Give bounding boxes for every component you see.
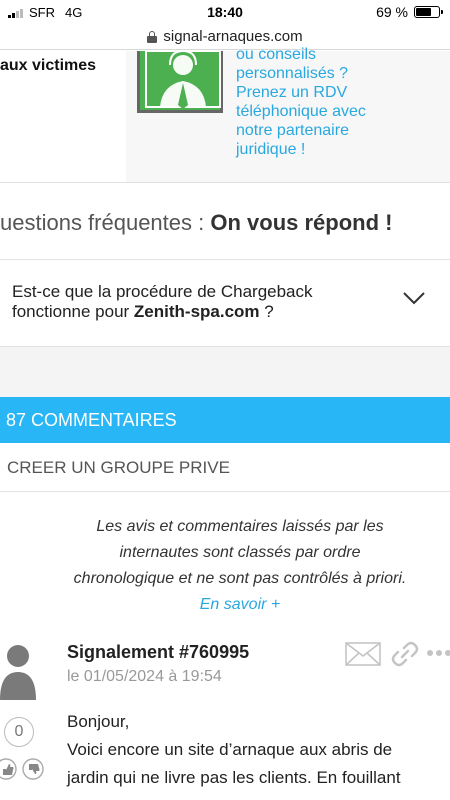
promo-line[interactable]: juridique ! xyxy=(236,140,436,159)
learn-more-link[interactable]: En savoir + xyxy=(30,592,450,618)
promo-line[interactable]: téléphonique avec xyxy=(236,102,436,121)
promo-right[interactable]: ou conseils personnalisés ? Prenez un RD… xyxy=(126,46,450,182)
battery-icon xyxy=(414,6,443,18)
link-icon[interactable] xyxy=(390,640,420,668)
faq-title-bold: On vous répond ! xyxy=(210,210,393,235)
status-bar-right: 69 % xyxy=(376,4,443,20)
url-text[interactable]: signal-arnaques.com xyxy=(163,28,302,45)
promo-line[interactable]: notre partenaire xyxy=(236,121,436,140)
faq-question[interactable]: Est-ce que la procédure de Chargeback fo… xyxy=(12,282,392,322)
comment-body: Bonjour, Voici encore un site d’arnaque … xyxy=(67,708,450,792)
promo-line[interactable]: Prenez un RDV xyxy=(236,83,436,102)
battery-percent: 69 % xyxy=(376,4,408,20)
faq-title-prefix: uestions fréquentes : xyxy=(0,210,211,235)
comment-score: 0 xyxy=(4,717,34,747)
promo-left: aux victimes xyxy=(0,51,126,182)
promo-line[interactable]: personnalisés ? xyxy=(236,64,436,83)
comment-date: le 01/05/2024 à 19:54 xyxy=(67,668,222,685)
faq-question-site[interactable]: Zenith-spa.com xyxy=(134,302,260,321)
status-bar: SFR 4G 18:40 69 % xyxy=(0,0,450,24)
faq-item[interactable]: Est-ce que la procédure de Chargeback fo… xyxy=(0,260,450,346)
disclaimer-line: internautes sont classés par ordre xyxy=(119,544,361,561)
promo-section: aux victimes ou conseils personnalisés ?… xyxy=(0,46,450,183)
comment-line: Bonjour, xyxy=(67,712,130,731)
more-options-icon[interactable] xyxy=(426,648,450,658)
lock-icon xyxy=(147,30,158,43)
comments-count-tab[interactable]: 87 COMMENTAIRES xyxy=(0,397,450,443)
promo-text[interactable]: ou conseils personnalisés ? Prenez un RD… xyxy=(236,45,436,159)
thumbs-down-icon[interactable] xyxy=(22,758,44,780)
mail-icon[interactable] xyxy=(345,642,381,666)
faq-title: uestions fréquentes : On vous répond ! xyxy=(0,210,392,236)
disclaimer-line: Les avis et commentaires laissés par les xyxy=(96,518,384,535)
comment-line: jardin qui ne livre pas les clients. En … xyxy=(67,768,401,787)
promo-left-title: aux victimes xyxy=(0,57,97,74)
comments-disclaimer: Les avis et commentaires laissés par les… xyxy=(30,514,450,618)
support-agent-icon[interactable] xyxy=(137,49,223,113)
avatar xyxy=(0,645,36,700)
create-private-group-button[interactable]: CREER UN GROUPE PRIVE xyxy=(0,444,450,492)
comment-line: Voici encore un site d’arnaque aux abris… xyxy=(67,740,393,759)
chevron-down-icon[interactable] xyxy=(402,290,426,306)
section-gap xyxy=(0,347,450,397)
faq-question-suffix[interactable]: ? xyxy=(260,302,273,321)
thumbs-up-icon[interactable] xyxy=(0,758,18,780)
comment-title[interactable]: Signalement #760995 xyxy=(67,642,249,663)
disclaimer-line: chronologique et ne sont pas contrôlés à… xyxy=(73,570,407,587)
promo-line[interactable]: ou conseils xyxy=(236,45,436,64)
